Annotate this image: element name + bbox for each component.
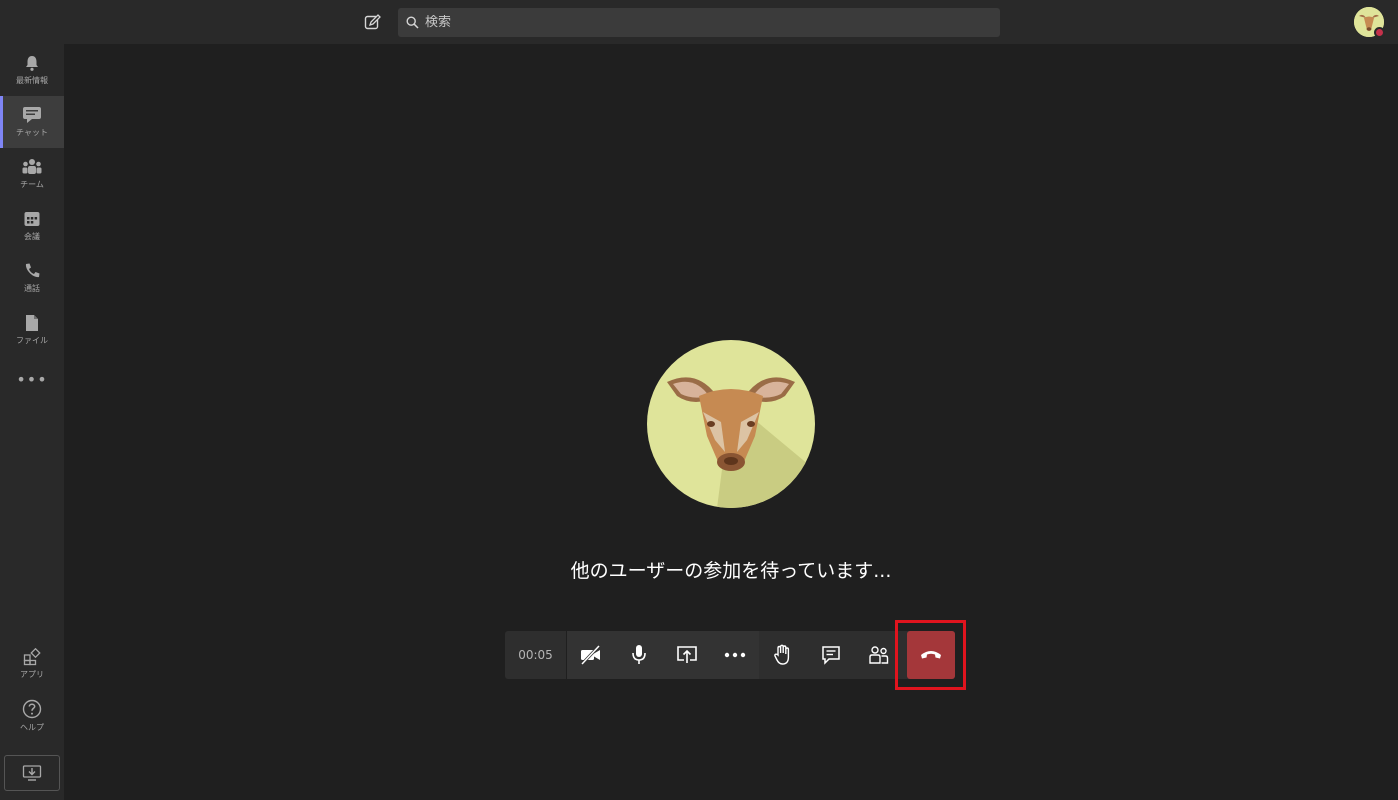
- calendar-icon: [24, 212, 40, 226]
- search-icon: [406, 16, 419, 29]
- callee-avatar: [647, 340, 815, 508]
- download-icon: [22, 765, 42, 781]
- rail-item-label: ファイル: [16, 336, 48, 345]
- chat-icon: [23, 107, 41, 123]
- call-controls: 00:05: [505, 631, 955, 679]
- file-icon: [26, 315, 38, 331]
- rail-item-label: 最新情報: [16, 76, 48, 85]
- phone-icon: [25, 263, 40, 278]
- rail-item-files[interactable]: ファイル: [0, 304, 64, 356]
- compose-icon[interactable]: [361, 11, 383, 33]
- rail-item-chat[interactable]: チャット: [0, 96, 64, 148]
- search-box[interactable]: [398, 8, 1000, 37]
- rail-item-label: ヘルプ: [20, 723, 44, 732]
- rail-item-label: アプリ: [20, 670, 44, 679]
- more-actions-button[interactable]: [711, 631, 759, 679]
- rail-item-calls[interactable]: 通話: [0, 252, 64, 304]
- share-screen-icon: [677, 646, 697, 663]
- hand-icon: [774, 644, 790, 665]
- call-timer: 00:05: [505, 631, 567, 679]
- deer-icon: [647, 340, 815, 508]
- rail-item-label: 通話: [24, 284, 40, 293]
- rail-item-meetings[interactable]: 会議: [0, 200, 64, 252]
- raise-hand-button[interactable]: [759, 631, 807, 679]
- rail-item-label: 会議: [24, 232, 40, 241]
- teams-icon: [22, 159, 42, 174]
- rail-item-apps[interactable]: アプリ: [0, 638, 64, 690]
- app-rail: 最新情報 チャット チーム 会議 通話 ファイル ••• アプリ ヘルプ: [0, 44, 64, 800]
- download-app-button[interactable]: [4, 755, 60, 791]
- mic-toggle-button[interactable]: [615, 631, 663, 679]
- bell-icon: [26, 56, 38, 71]
- top-bar: [0, 0, 1398, 44]
- apps-icon: [23, 648, 41, 666]
- participants-icon: [869, 646, 889, 664]
- call-status-text: 他のユーザーの参加を待っています...: [570, 560, 892, 582]
- search-input[interactable]: [425, 15, 985, 30]
- more-apps-button[interactable]: •••: [0, 370, 64, 396]
- rail-item-help[interactable]: ヘルプ: [0, 690, 64, 742]
- chat-icon: [822, 646, 840, 665]
- rail-item-teams[interactable]: チーム: [0, 148, 64, 200]
- camera-off-icon: [580, 645, 601, 665]
- microphone-icon: [632, 645, 646, 664]
- status-badge: [1374, 27, 1385, 38]
- rail-item-activity[interactable]: 最新情報: [0, 44, 64, 96]
- more-icon: [724, 652, 746, 658]
- meeting-controls: [759, 631, 903, 679]
- camera-toggle-button[interactable]: [567, 631, 615, 679]
- media-controls: [567, 631, 759, 679]
- user-avatar[interactable]: [1354, 7, 1385, 38]
- rail-item-label: チーム: [20, 180, 44, 189]
- show-chat-button[interactable]: [807, 631, 855, 679]
- share-screen-button[interactable]: [663, 631, 711, 679]
- help-icon: [22, 699, 42, 719]
- highlight-box: [895, 620, 966, 690]
- rail-item-label: チャット: [16, 128, 48, 137]
